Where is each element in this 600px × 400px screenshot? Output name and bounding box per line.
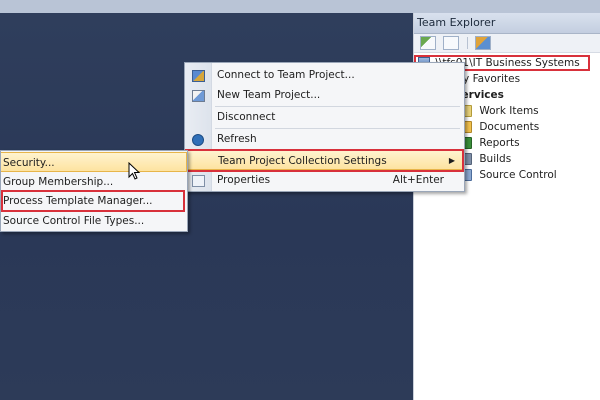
menu-item-label: Refresh bbox=[217, 133, 257, 145]
refresh-icon bbox=[192, 134, 204, 146]
menu-item-properties[interactable]: Properties Alt+Enter bbox=[185, 170, 464, 190]
submenu-item-label: Security... bbox=[3, 157, 55, 169]
menu-item-label: New Team Project... bbox=[217, 89, 321, 101]
submenu-item-label: Source Control File Types... bbox=[3, 215, 145, 227]
connect-icon bbox=[192, 70, 205, 82]
connect-to-team-project-icon[interactable] bbox=[475, 36, 492, 50]
menu-item-label: Properties bbox=[217, 174, 271, 186]
documents-label: Documents bbox=[479, 121, 540, 133]
menu-item-connect[interactable]: Connect to Team Project... bbox=[185, 65, 464, 85]
submenu-item-security[interactable]: Security... bbox=[1, 152, 187, 172]
source-control-label: Source Control bbox=[479, 169, 557, 181]
menu-item-label: Connect to Team Project... bbox=[217, 69, 355, 81]
team-explorer-toolbar bbox=[414, 34, 600, 53]
submenu-item-source-control-file-types[interactable]: Source Control File Types... bbox=[1, 211, 187, 231]
toolbar-separator bbox=[466, 37, 468, 49]
reports-label: Reports bbox=[479, 137, 520, 149]
document-icon[interactable] bbox=[443, 36, 460, 50]
collection-settings-highlight-box bbox=[185, 149, 464, 172]
builds-label: Builds bbox=[479, 153, 512, 165]
submenu-item-group-membership[interactable]: Group Membership... bbox=[1, 172, 187, 192]
menu-item-new-team-project[interactable]: New Team Project... bbox=[185, 85, 464, 105]
mouse-pointer-icon bbox=[128, 162, 141, 180]
work-items-label: Work Items bbox=[479, 105, 539, 117]
menu-item-refresh[interactable]: Refresh bbox=[185, 129, 464, 149]
menu-item-label: Disconnect bbox=[217, 111, 276, 123]
process-template-highlight-box bbox=[1, 190, 185, 212]
menu-item-disconnect[interactable]: Disconnect bbox=[185, 107, 464, 127]
add-existing-project-icon[interactable] bbox=[420, 36, 436, 50]
team-explorer-title: Team Explorer bbox=[414, 13, 600, 34]
submenu-item-label: Group Membership... bbox=[3, 176, 114, 188]
context-menu: Connect to Team Project... New Team Proj… bbox=[184, 62, 465, 192]
menu-item-shortcut: Alt+Enter bbox=[392, 174, 444, 186]
properties-icon bbox=[192, 175, 205, 187]
title-bar bbox=[0, 0, 600, 14]
new-project-icon bbox=[192, 90, 205, 102]
collection-settings-submenu: Security... Group Membership... Process … bbox=[0, 150, 188, 232]
